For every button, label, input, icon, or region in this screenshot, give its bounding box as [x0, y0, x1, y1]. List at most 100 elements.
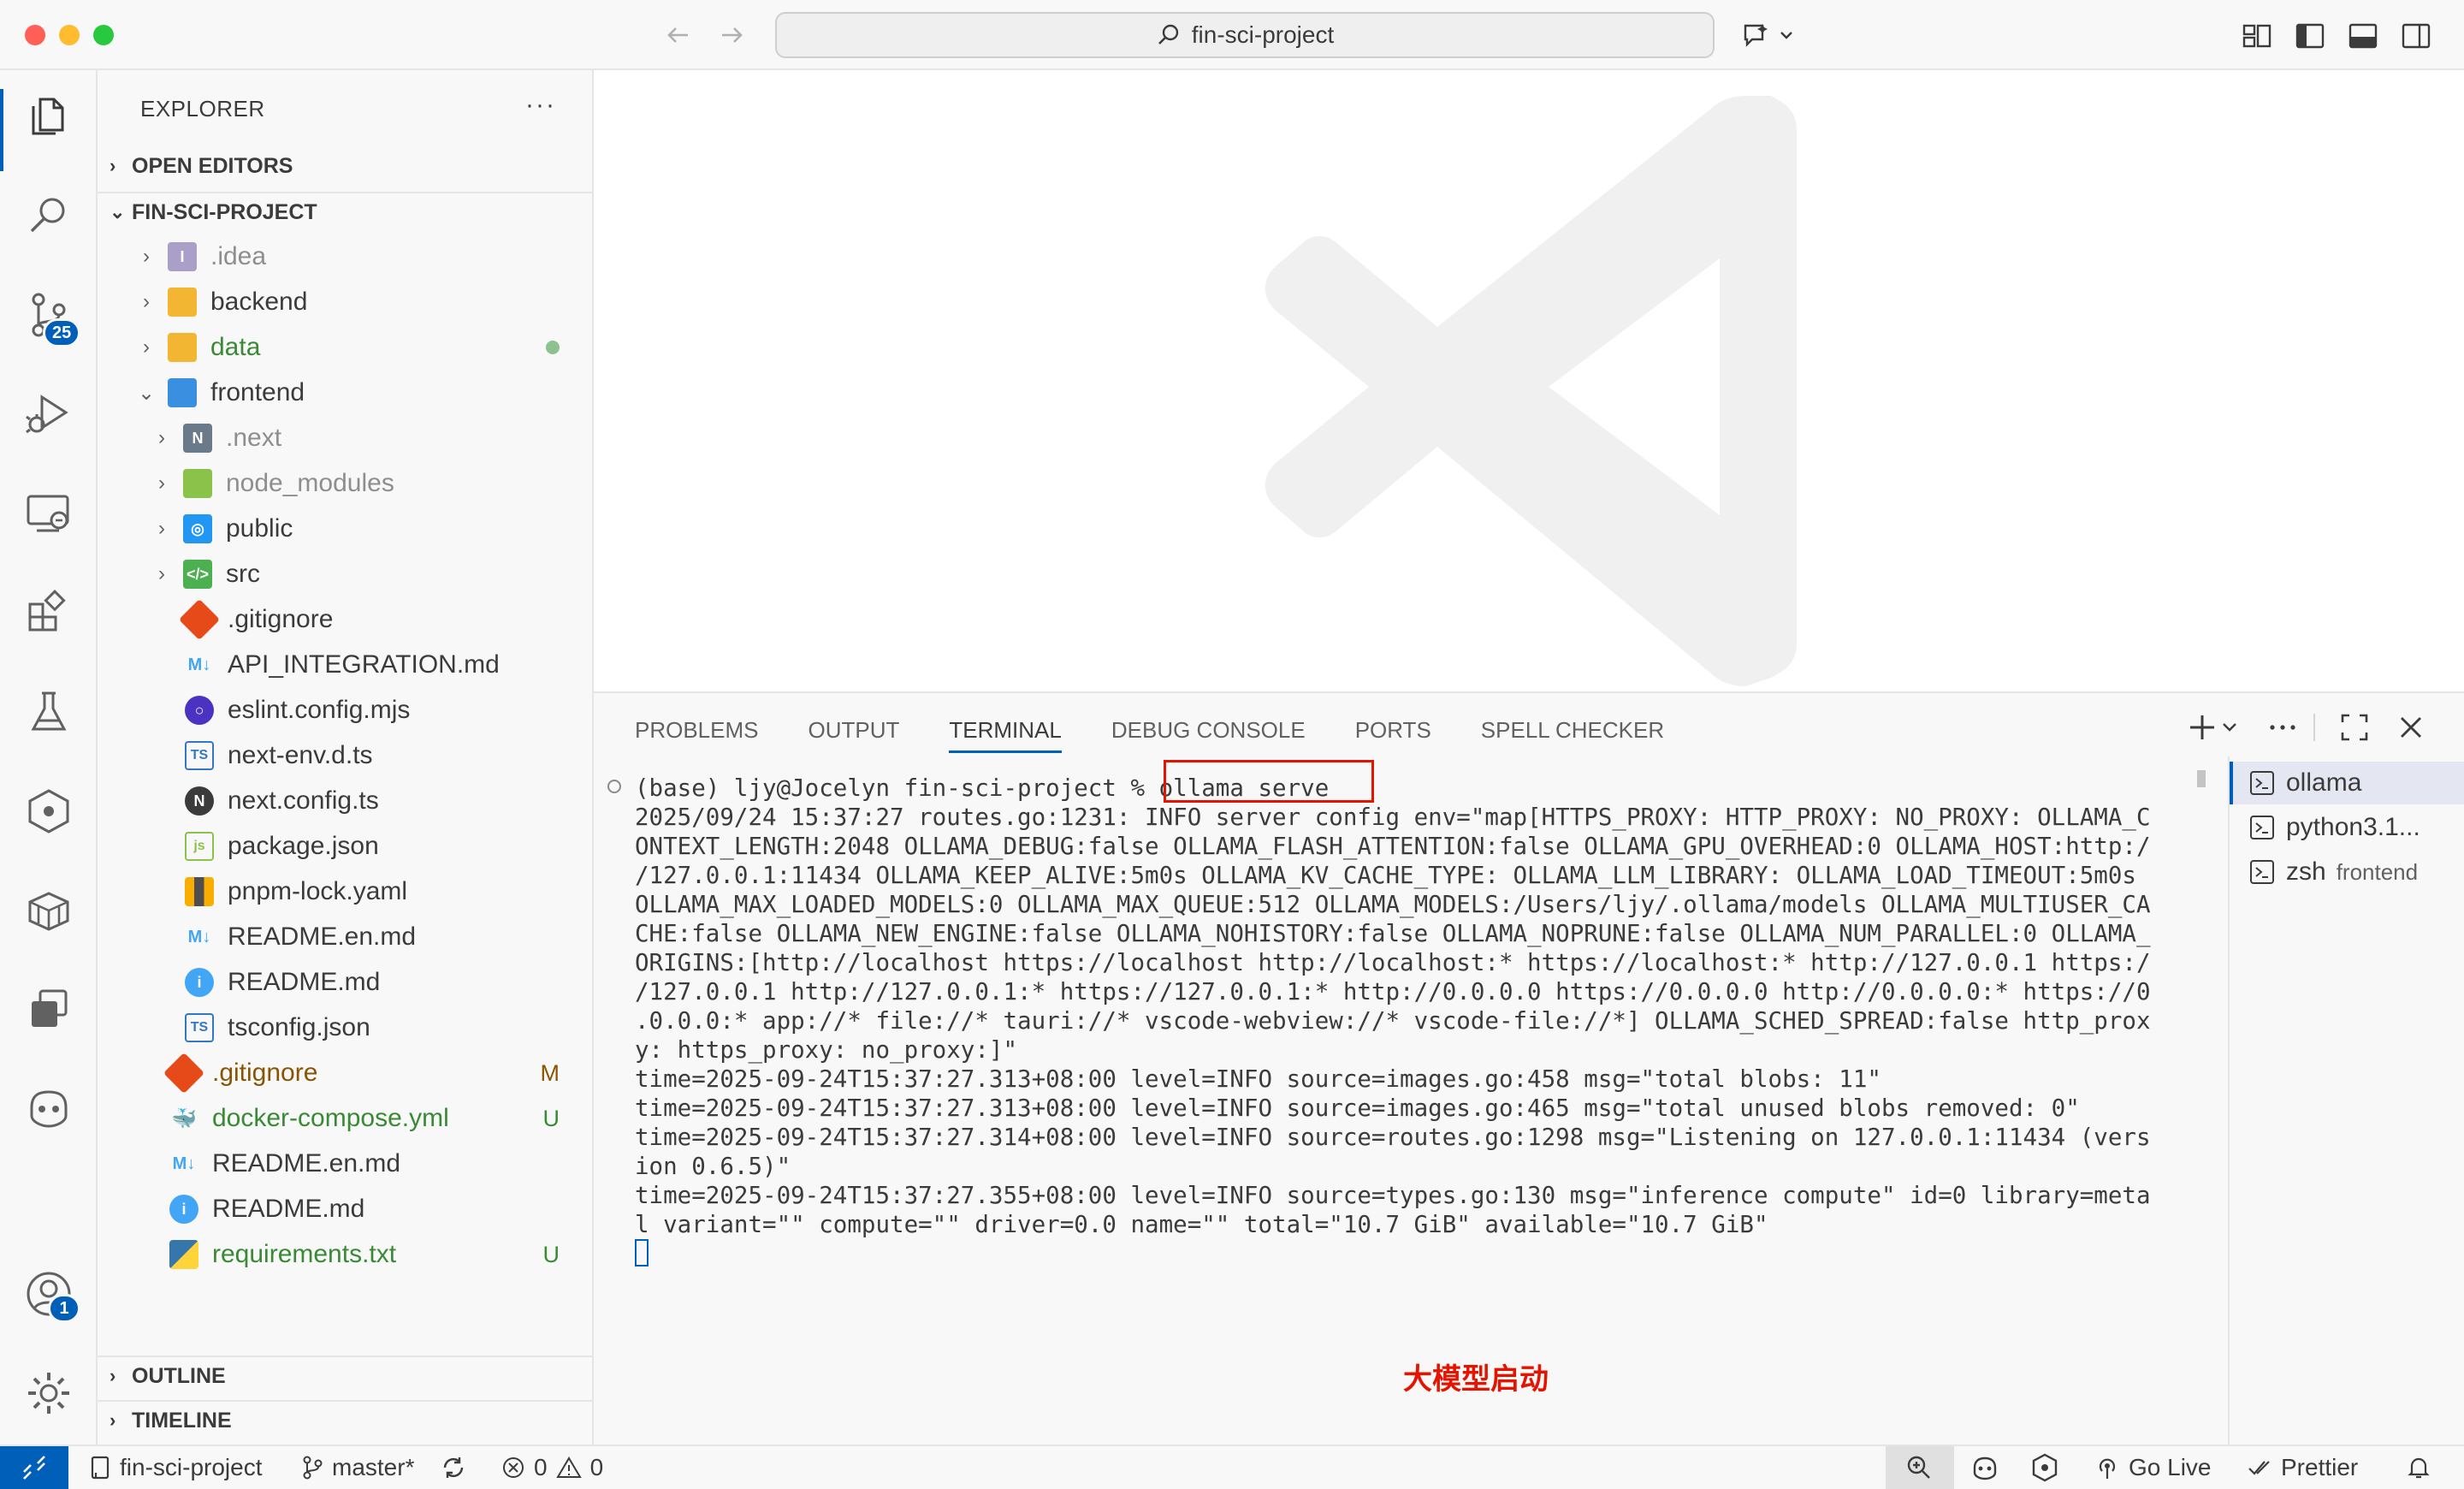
tree-file-pnpm-lock[interactable]: pnpm-lock.yaml: [98, 869, 594, 914]
zoom-icon: [1907, 1456, 1930, 1479]
tab-output[interactable]: OUTPUT: [808, 717, 900, 753]
timeline-section[interactable]: › TIMELINE: [98, 1400, 594, 1439]
explorer-title: EXPLORER: [140, 96, 265, 122]
maximize-panel-icon[interactable]: [2337, 710, 2372, 744]
tree-file-root-readme-en[interactable]: M↓ README.en.md: [98, 1142, 594, 1186]
tab-ports[interactable]: PORTS: [1355, 717, 1431, 753]
terminal-line: CHE:false OLLAMA_NEW_ENGINE:false OLLAMA…: [635, 920, 2151, 947]
chevron-down-icon[interactable]: [2219, 710, 2240, 744]
tree-file-gitignore[interactable]: .gitignore: [98, 597, 594, 642]
command-center-search[interactable]: fin-sci-project: [775, 12, 1715, 58]
tree-file-package-json[interactable]: js package.json: [98, 824, 594, 869]
toggle-panel-icon[interactable]: [2346, 19, 2380, 53]
tree-folder-node-modules[interactable]: › node_modules: [98, 461, 594, 506]
copilot-chat-icon[interactable]: [1740, 19, 1800, 53]
problems-status[interactable]: 0 0: [501, 1446, 603, 1489]
terminal-line: time=2025-09-24T15:37:27.313+08:00 level…: [635, 1065, 1881, 1093]
terminal-cursor: [635, 1239, 649, 1267]
tree-folder-src[interactable]: › </> src: [98, 552, 594, 596]
markdown-file-icon: M↓: [187, 927, 211, 946]
remote-explorer-icon[interactable]: [23, 488, 74, 539]
search-icon[interactable]: [23, 190, 74, 241]
tab-debug-console[interactable]: DEBUG CONSOLE: [1111, 717, 1306, 753]
error-icon: [501, 1456, 525, 1480]
tree-file-eslint[interactable]: ○ eslint.config.mjs: [98, 688, 594, 733]
explorer-more-actions[interactable]: ···: [525, 91, 556, 120]
containers-icon[interactable]: [23, 885, 74, 936]
testing-flask-icon[interactable]: [23, 686, 74, 738]
tree-folder-idea[interactable]: › I .idea: [98, 234, 594, 279]
gitlens-icon[interactable]: [23, 786, 74, 837]
run-debug-icon[interactable]: [23, 389, 74, 440]
active-indicator: [0, 89, 3, 171]
tree-folder-frontend[interactable]: ⌄ frontend: [98, 371, 594, 415]
terminal-line: /127.0.0.1 http://127.0.0.1:* https://12…: [635, 978, 2151, 1006]
terminal-tab-python[interactable]: python3.1...: [2230, 806, 2464, 849]
tree-file-docker-compose[interactable]: 🐳 docker-compose.yml U: [98, 1096, 594, 1141]
tree-file-readme-en[interactable]: M↓ README.en.md: [98, 915, 594, 959]
more-actions-icon[interactable]: [2266, 710, 2300, 744]
tree-folder-data[interactable]: › data: [98, 325, 594, 370]
terminal-tab-zsh[interactable]: zsh frontend: [2230, 851, 2464, 893]
toggle-secondary-sidebar-icon[interactable]: [2399, 19, 2433, 53]
scm-count-badge: 25: [43, 318, 81, 347]
go-live-button[interactable]: Go Live: [2094, 1446, 2212, 1489]
explorer-files-icon[interactable]: [23, 91, 74, 142]
tree-file-next-config[interactable]: N next.config.ts: [98, 779, 594, 823]
next-file-icon: N: [185, 786, 214, 816]
remote-indicator[interactable]: [0, 1446, 68, 1489]
close-window-button[interactable]: [25, 25, 45, 45]
prettier-button[interactable]: Prettier: [2247, 1446, 2358, 1489]
branch-status[interactable]: master*: [301, 1446, 414, 1489]
tab-terminal[interactable]: TERMINAL: [949, 717, 1062, 753]
chevron-right-icon: ›: [158, 517, 165, 540]
tree-folder-backend[interactable]: › backend: [98, 280, 594, 324]
tree-folder-public[interactable]: › ◎ public: [98, 507, 594, 551]
open-editors-section[interactable]: › OPEN EDITORS: [98, 146, 594, 186]
tree-file-api-integration[interactable]: M↓ API_INTEGRATION.md: [98, 643, 594, 687]
terminal-line: ONTEXT_LENGTH:2048 OLLAMA_DEBUG:false OL…: [635, 833, 2151, 860]
workspace-status[interactable]: fin-sci-project: [89, 1446, 262, 1489]
extensions-icon[interactable]: [23, 587, 74, 638]
tree-file-tsconfig[interactable]: TS tsconfig.json: [98, 1006, 594, 1050]
globe-folder-icon: ◎: [183, 514, 212, 543]
tree-file-next-env[interactable]: TS next-env.d.ts: [98, 733, 594, 778]
new-terminal-plus-icon[interactable]: [2185, 710, 2219, 744]
terminal-line: time=2025-09-24T15:37:27.314+08:00 level…: [635, 1124, 2151, 1151]
notifications-bell-icon[interactable]: [2406, 1446, 2431, 1489]
eslint-file-icon: ○: [185, 696, 214, 725]
tree-file-requirements[interactable]: requirements.txt U: [98, 1232, 594, 1277]
copilot-status-icon[interactable]: [1969, 1446, 2000, 1489]
terminal-line: time=2025-09-24T15:37:27.355+08:00 level…: [635, 1182, 2151, 1209]
customize-layout-icon[interactable]: [2240, 19, 2274, 53]
terminal-scrollbar[interactable]: [2197, 770, 2206, 787]
tab-problems[interactable]: PROBLEMS: [635, 717, 759, 753]
activity-bar: 25 1: [0, 70, 98, 1445]
tree-file-readme[interactable]: i README.md: [98, 960, 594, 1005]
back-arrow-icon[interactable]: [662, 19, 695, 51]
maximize-window-button[interactable]: [93, 25, 114, 45]
markdown-file-icon: M↓: [187, 655, 211, 674]
nodejs-file-icon: js: [185, 832, 214, 861]
project-section[interactable]: ⌄ FIN-SCI-PROJECT: [98, 192, 594, 231]
manage-gear-icon[interactable]: [23, 1367, 74, 1419]
zoom-indicator[interactable]: [1886, 1446, 1954, 1489]
tree-folder-next[interactable]: › N .next: [98, 416, 594, 460]
copilot-icon[interactable]: [23, 1083, 74, 1135]
terminal-line: ion 0.6.5)": [635, 1153, 791, 1180]
tree-file-root-readme[interactable]: i README.md: [98, 1187, 594, 1231]
outline-section[interactable]: › OUTLINE: [98, 1356, 594, 1395]
tab-spell-checker[interactable]: SPELL CHECKER: [1481, 717, 1664, 753]
tree-file-root-gitignore[interactable]: .gitignore M: [98, 1051, 594, 1095]
gitlens-status-icon[interactable]: [2029, 1446, 2060, 1489]
close-panel-icon[interactable]: [2394, 710, 2428, 744]
minimize-window-button[interactable]: [59, 25, 80, 45]
terminal-output[interactable]: (base) ljy@Jocelyn fin-sci-project % oll…: [635, 774, 2190, 1273]
stacked-panels-icon[interactable]: [23, 984, 74, 1035]
toggle-primary-sidebar-icon[interactable]: [2293, 19, 2327, 53]
sync-icon[interactable]: [440, 1446, 467, 1489]
docker-file-icon: 🐳: [171, 1106, 197, 1130]
git-status-untracked: U: [542, 1105, 560, 1131]
forward-arrow-icon[interactable]: [715, 19, 748, 51]
terminal-tab-ollama[interactable]: ollama: [2230, 762, 2464, 804]
